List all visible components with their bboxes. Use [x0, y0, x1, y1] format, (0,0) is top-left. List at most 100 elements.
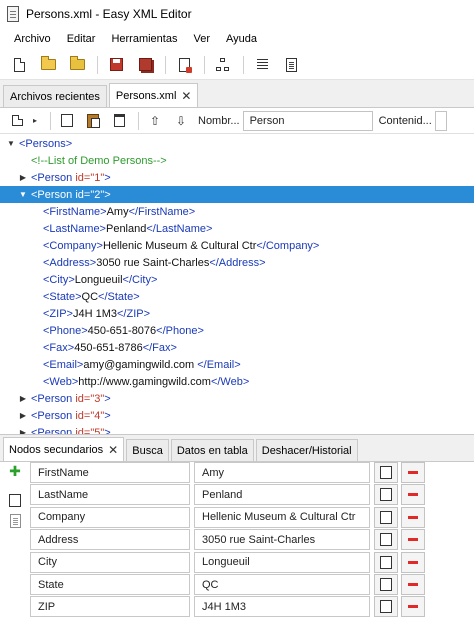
- copy-node-button[interactable]: [374, 462, 398, 483]
- close-icon[interactable]: ✕: [181, 89, 191, 103]
- xml-tree-view[interactable]: ▼ <Persons> <!--List of Demo Persons--> ▶ <P…: [0, 134, 474, 434]
- tree-node[interactable]: <State>QC</State>: [0, 288, 474, 305]
- collapse-arrow-icon[interactable]: ▼: [18, 190, 28, 199]
- tree-node[interactable]: <Phone>450-651-8076</Phone>: [0, 322, 474, 339]
- node-name-field[interactable]: ZIP: [30, 596, 190, 618]
- remove-node-button[interactable]: [401, 462, 425, 483]
- menu-ayuda[interactable]: Ayuda: [218, 33, 265, 45]
- tree-node[interactable]: ▶ <Person id="5">: [0, 424, 474, 435]
- xml-tag: </State>: [98, 290, 140, 303]
- tree-node[interactable]: <Company>Hellenic Museum & Cultural Ctr<…: [0, 237, 474, 254]
- node-value-field[interactable]: 3050 rue Saint-Charles: [194, 529, 370, 551]
- node-content-input[interactable]: [434, 110, 447, 131]
- arrow-down-icon: ⇩: [175, 113, 187, 128]
- add-node-button[interactable]: [8, 112, 26, 130]
- tree-node[interactable]: ▼ <Person id="2">: [0, 186, 474, 203]
- paste-button[interactable]: [84, 112, 102, 130]
- menu-editar[interactable]: Editar: [59, 33, 104, 45]
- tab-table-data[interactable]: Datos en tabla: [170, 439, 254, 461]
- copy-node-button[interactable]: [374, 574, 398, 595]
- tab-persons-xml[interactable]: Persons.xml ✕: [108, 83, 199, 107]
- expand-arrow-icon[interactable]: ▶: [18, 411, 28, 420]
- node-value-field[interactable]: QC: [194, 574, 370, 595]
- export-icon: [178, 57, 192, 73]
- node-value-field[interactable]: J4H 1M3: [194, 596, 370, 618]
- collapse-arrow-icon[interactable]: ▼: [6, 139, 16, 148]
- text-view-button[interactable]: [280, 54, 302, 76]
- child-node-row: LastName Penland: [30, 484, 474, 506]
- copy-node-button[interactable]: [374, 506, 398, 528]
- move-up-button[interactable]: ⇧: [146, 112, 164, 130]
- tree-node[interactable]: <Address>3050 rue Saint-Charles</Address…: [0, 254, 474, 271]
- tab-search[interactable]: Busca: [126, 439, 169, 461]
- export-button[interactable]: [173, 54, 195, 76]
- title-bar: Persons.xml - Easy XML Editor: [0, 0, 474, 28]
- remove-node-button[interactable]: [401, 596, 425, 618]
- remove-node-button[interactable]: [401, 484, 425, 506]
- move-down-button[interactable]: ⇩: [172, 112, 190, 130]
- node-name-field[interactable]: FirstName: [30, 462, 190, 483]
- tree-node[interactable]: <City>Longueuil</City>: [0, 271, 474, 288]
- node-name-field[interactable]: LastName: [30, 484, 190, 506]
- remove-node-button[interactable]: [401, 574, 425, 595]
- tree-node[interactable]: ▶ <Person id="1">: [0, 169, 474, 186]
- close-icon[interactable]: ✕: [108, 443, 118, 457]
- remove-node-button[interactable]: [401, 529, 425, 551]
- tree-node[interactable]: <FirstName>Amy</FirstName>: [0, 203, 474, 220]
- remove-node-button[interactable]: [401, 506, 425, 528]
- new-document-button[interactable]: [8, 54, 30, 76]
- expand-arrow-icon[interactable]: ▶: [18, 394, 28, 403]
- tree-node[interactable]: <ZIP>J4H 1M3</ZIP>: [0, 305, 474, 322]
- tree-node[interactable]: ▶ <Person id="4">: [0, 407, 474, 424]
- copy-node-button[interactable]: [374, 596, 398, 618]
- copy-node-button[interactable]: [374, 551, 398, 573]
- xml-tag: <Web>: [43, 375, 79, 388]
- tree-node[interactable]: <LastName>Penland</LastName>: [0, 220, 474, 237]
- tree-node-label: <Person id="1">: [31, 172, 111, 184]
- node-name-field[interactable]: City: [30, 551, 190, 573]
- copy-button[interactable]: [58, 111, 76, 130]
- menu-archivo[interactable]: Archivo: [0, 33, 59, 45]
- node-name-input[interactable]: [242, 110, 373, 131]
- open-folder-icon: [40, 56, 56, 70]
- tree-node[interactable]: ▶ <Person id="3">: [0, 390, 474, 407]
- paste-nodes-button[interactable]: [8, 514, 22, 528]
- copy-node-button[interactable]: [374, 529, 398, 551]
- open-file-button[interactable]: [37, 54, 59, 76]
- xml-tag: </City>: [122, 273, 158, 286]
- tab-label: Deshacer/Historial: [261, 444, 352, 457]
- tree-node[interactable]: <Email>amy@gamingwild.com </Email>: [0, 356, 474, 373]
- node-value-field[interactable]: Longueuil: [194, 551, 370, 573]
- node-value-field[interactable]: Amy: [194, 462, 370, 483]
- tree-node[interactable]: <Fax>450-651-8786</Fax>: [0, 339, 474, 356]
- node-name-field[interactable]: Company: [30, 506, 190, 528]
- delete-button[interactable]: [110, 112, 128, 130]
- tab-undo-history[interactable]: Deshacer/Historial: [255, 439, 358, 461]
- node-value-field[interactable]: Hellenic Museum & Cultural Ctr: [194, 506, 370, 528]
- xml-attr: id="5": [75, 426, 105, 435]
- tab-child-nodes[interactable]: Nodos secundarios ✕: [3, 437, 125, 461]
- tree-node[interactable]: <Web>http://www.gamingwild.com</Web>: [0, 373, 474, 390]
- tree-node[interactable]: ▼ <Persons>: [0, 135, 474, 152]
- node-name-field[interactable]: Address: [30, 529, 190, 551]
- menu-ver[interactable]: Ver: [185, 33, 218, 45]
- xml-tag: </ZIP>: [117, 307, 151, 320]
- open-recent-button[interactable]: [66, 54, 88, 76]
- remove-node-button[interactable]: [401, 551, 425, 573]
- add-child-icon[interactable]: ✚: [8, 463, 22, 479]
- tree-view-button[interactable]: [212, 54, 234, 76]
- xml-tag: </Email>: [197, 358, 241, 371]
- copy-nodes-button[interactable]: [6, 490, 22, 507]
- copy-node-button[interactable]: [374, 484, 398, 506]
- save-button[interactable]: [105, 54, 127, 76]
- tab-recent-files[interactable]: Archivos recientes: [3, 85, 107, 107]
- xml-tag: </Phone>: [156, 324, 204, 337]
- node-name-field[interactable]: State: [30, 574, 190, 595]
- tree-node[interactable]: <!--List of Demo Persons-->: [0, 152, 474, 169]
- node-value-field[interactable]: Penland: [194, 484, 370, 506]
- indent-button[interactable]: [251, 54, 273, 76]
- expand-arrow-icon[interactable]: ▶: [18, 173, 28, 182]
- menu-herramientas[interactable]: Herramientas: [103, 33, 185, 45]
- save-all-button[interactable]: [134, 54, 156, 76]
- add-node-dropdown[interactable]: ▸: [30, 112, 40, 130]
